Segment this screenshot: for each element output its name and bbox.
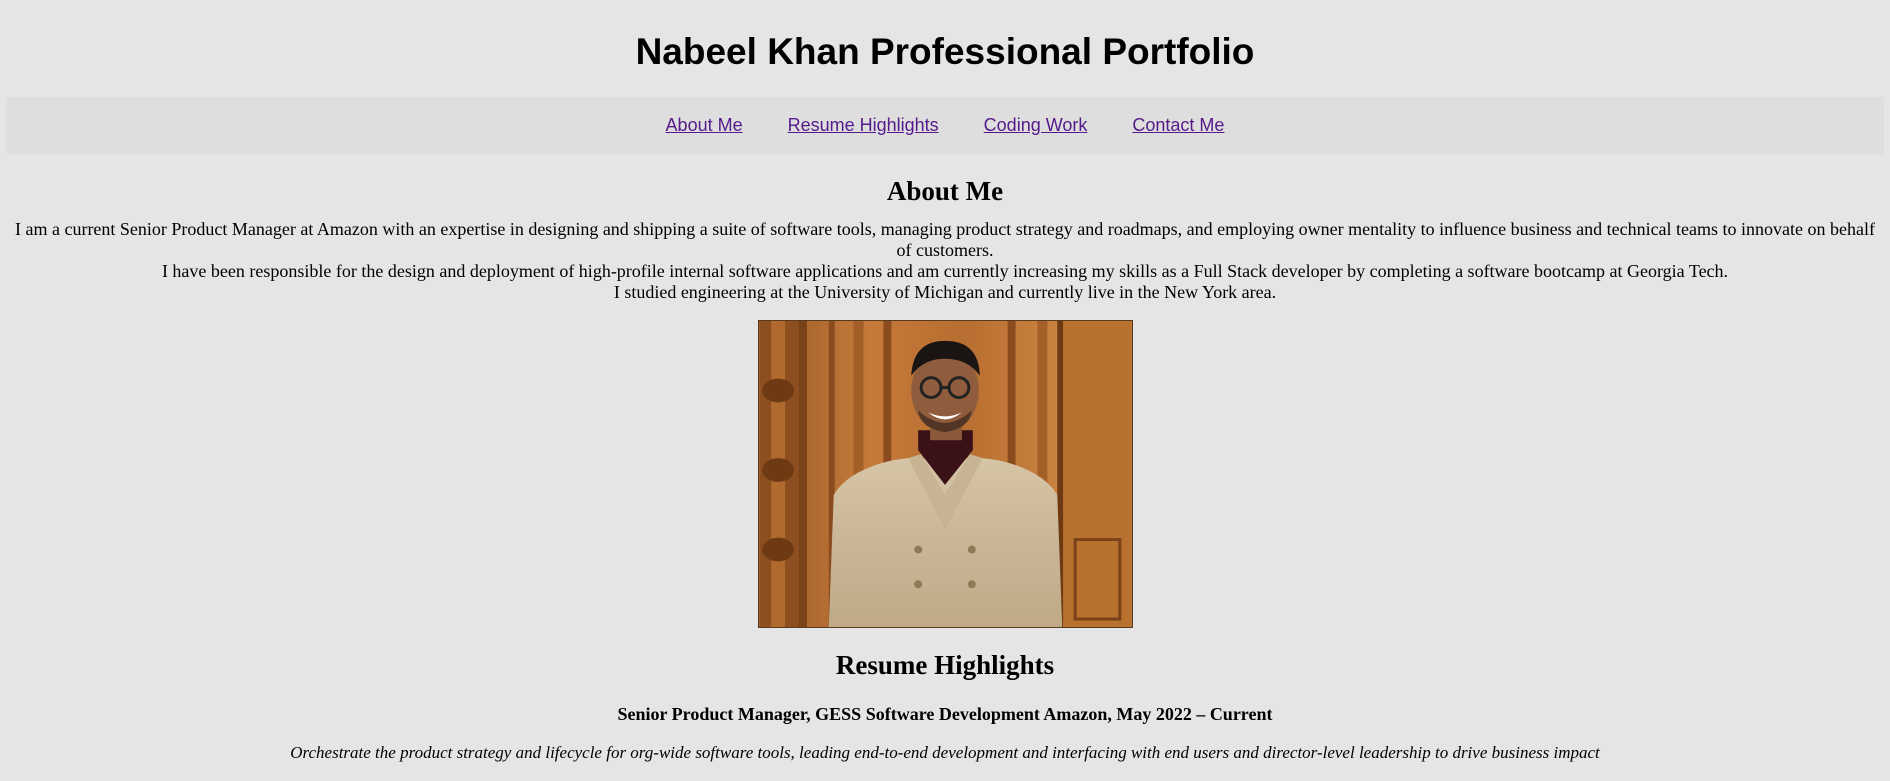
nav-link-resume-highlights[interactable]: Resume Highlights <box>788 115 939 136</box>
profile-photo <box>757 320 1133 628</box>
about-paragraph: I have been responsible for the design a… <box>161 261 1729 281</box>
about-paragraph: I studied engineering at the University … <box>613 282 1277 302</box>
photo-container <box>0 320 1890 628</box>
nav-bar: About Me Resume Highlights Coding Work C… <box>6 97 1884 154</box>
job-description: Orchestrate the product strategy and lif… <box>290 743 1600 762</box>
about-heading: About Me <box>886 176 1004 206</box>
job-title: Senior Product Manager, GESS Software De… <box>617 704 1273 724</box>
page-header: Nabeel Khan Professional Portfolio <box>0 0 1890 97</box>
about-paragraph: I am a current Senior Product Manager at… <box>14 219 1875 260</box>
nav-link-contact-me[interactable]: Contact Me <box>1132 115 1224 136</box>
about-text: I am a current Senior Product Manager at… <box>14 219 1876 303</box>
resume-section: Resume Highlights Senior Product Manager… <box>0 649 1890 764</box>
nav-link-about-me[interactable]: About Me <box>666 115 743 136</box>
page-title: Nabeel Khan Professional Portfolio <box>635 31 1255 72</box>
about-section: About Me I am a current Senior Product M… <box>0 175 1890 628</box>
nav-link-coding-work[interactable]: Coding Work <box>984 115 1088 136</box>
resume-heading: Resume Highlights <box>835 650 1055 680</box>
